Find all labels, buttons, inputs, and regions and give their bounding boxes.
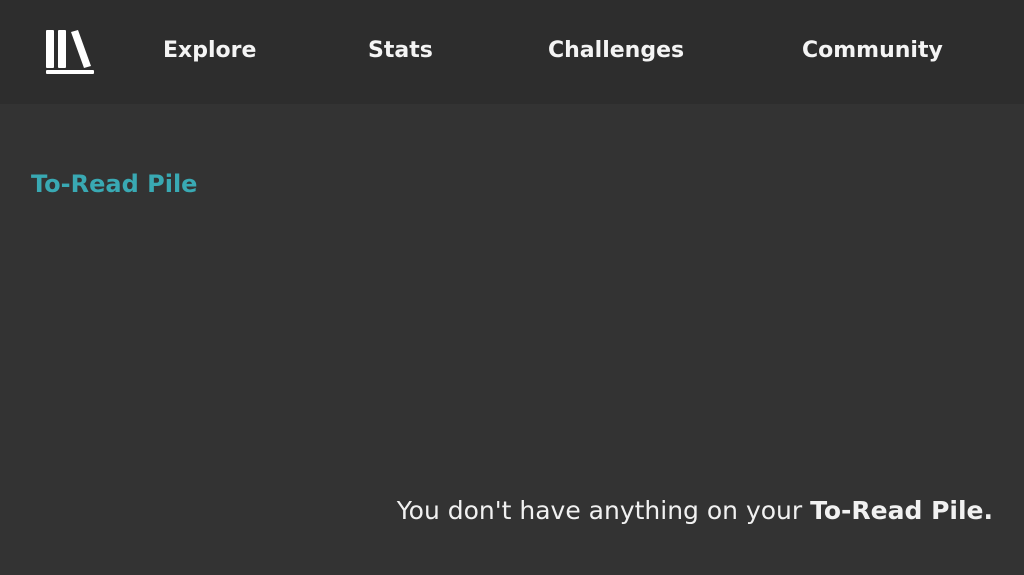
- nav-explore-link[interactable]: Explore: [163, 36, 256, 66]
- bookshelf-icon[interactable]: [44, 28, 98, 76]
- empty-state-text: You don't have anything on your: [396, 496, 811, 525]
- nav-community-link[interactable]: Community: [802, 36, 943, 66]
- empty-state-emphasis: To-Read Pile.: [810, 496, 993, 525]
- empty-state-message: You don't have anything on your To-Read …: [397, 494, 993, 528]
- nav-stats-link[interactable]: Stats: [368, 36, 433, 66]
- nav-challenges-link[interactable]: Challenges: [548, 36, 684, 66]
- to-read-pile-heading[interactable]: To-Read Pile: [31, 168, 197, 200]
- top-navigation-bar: Explore Stats Challenges Community: [0, 0, 1024, 104]
